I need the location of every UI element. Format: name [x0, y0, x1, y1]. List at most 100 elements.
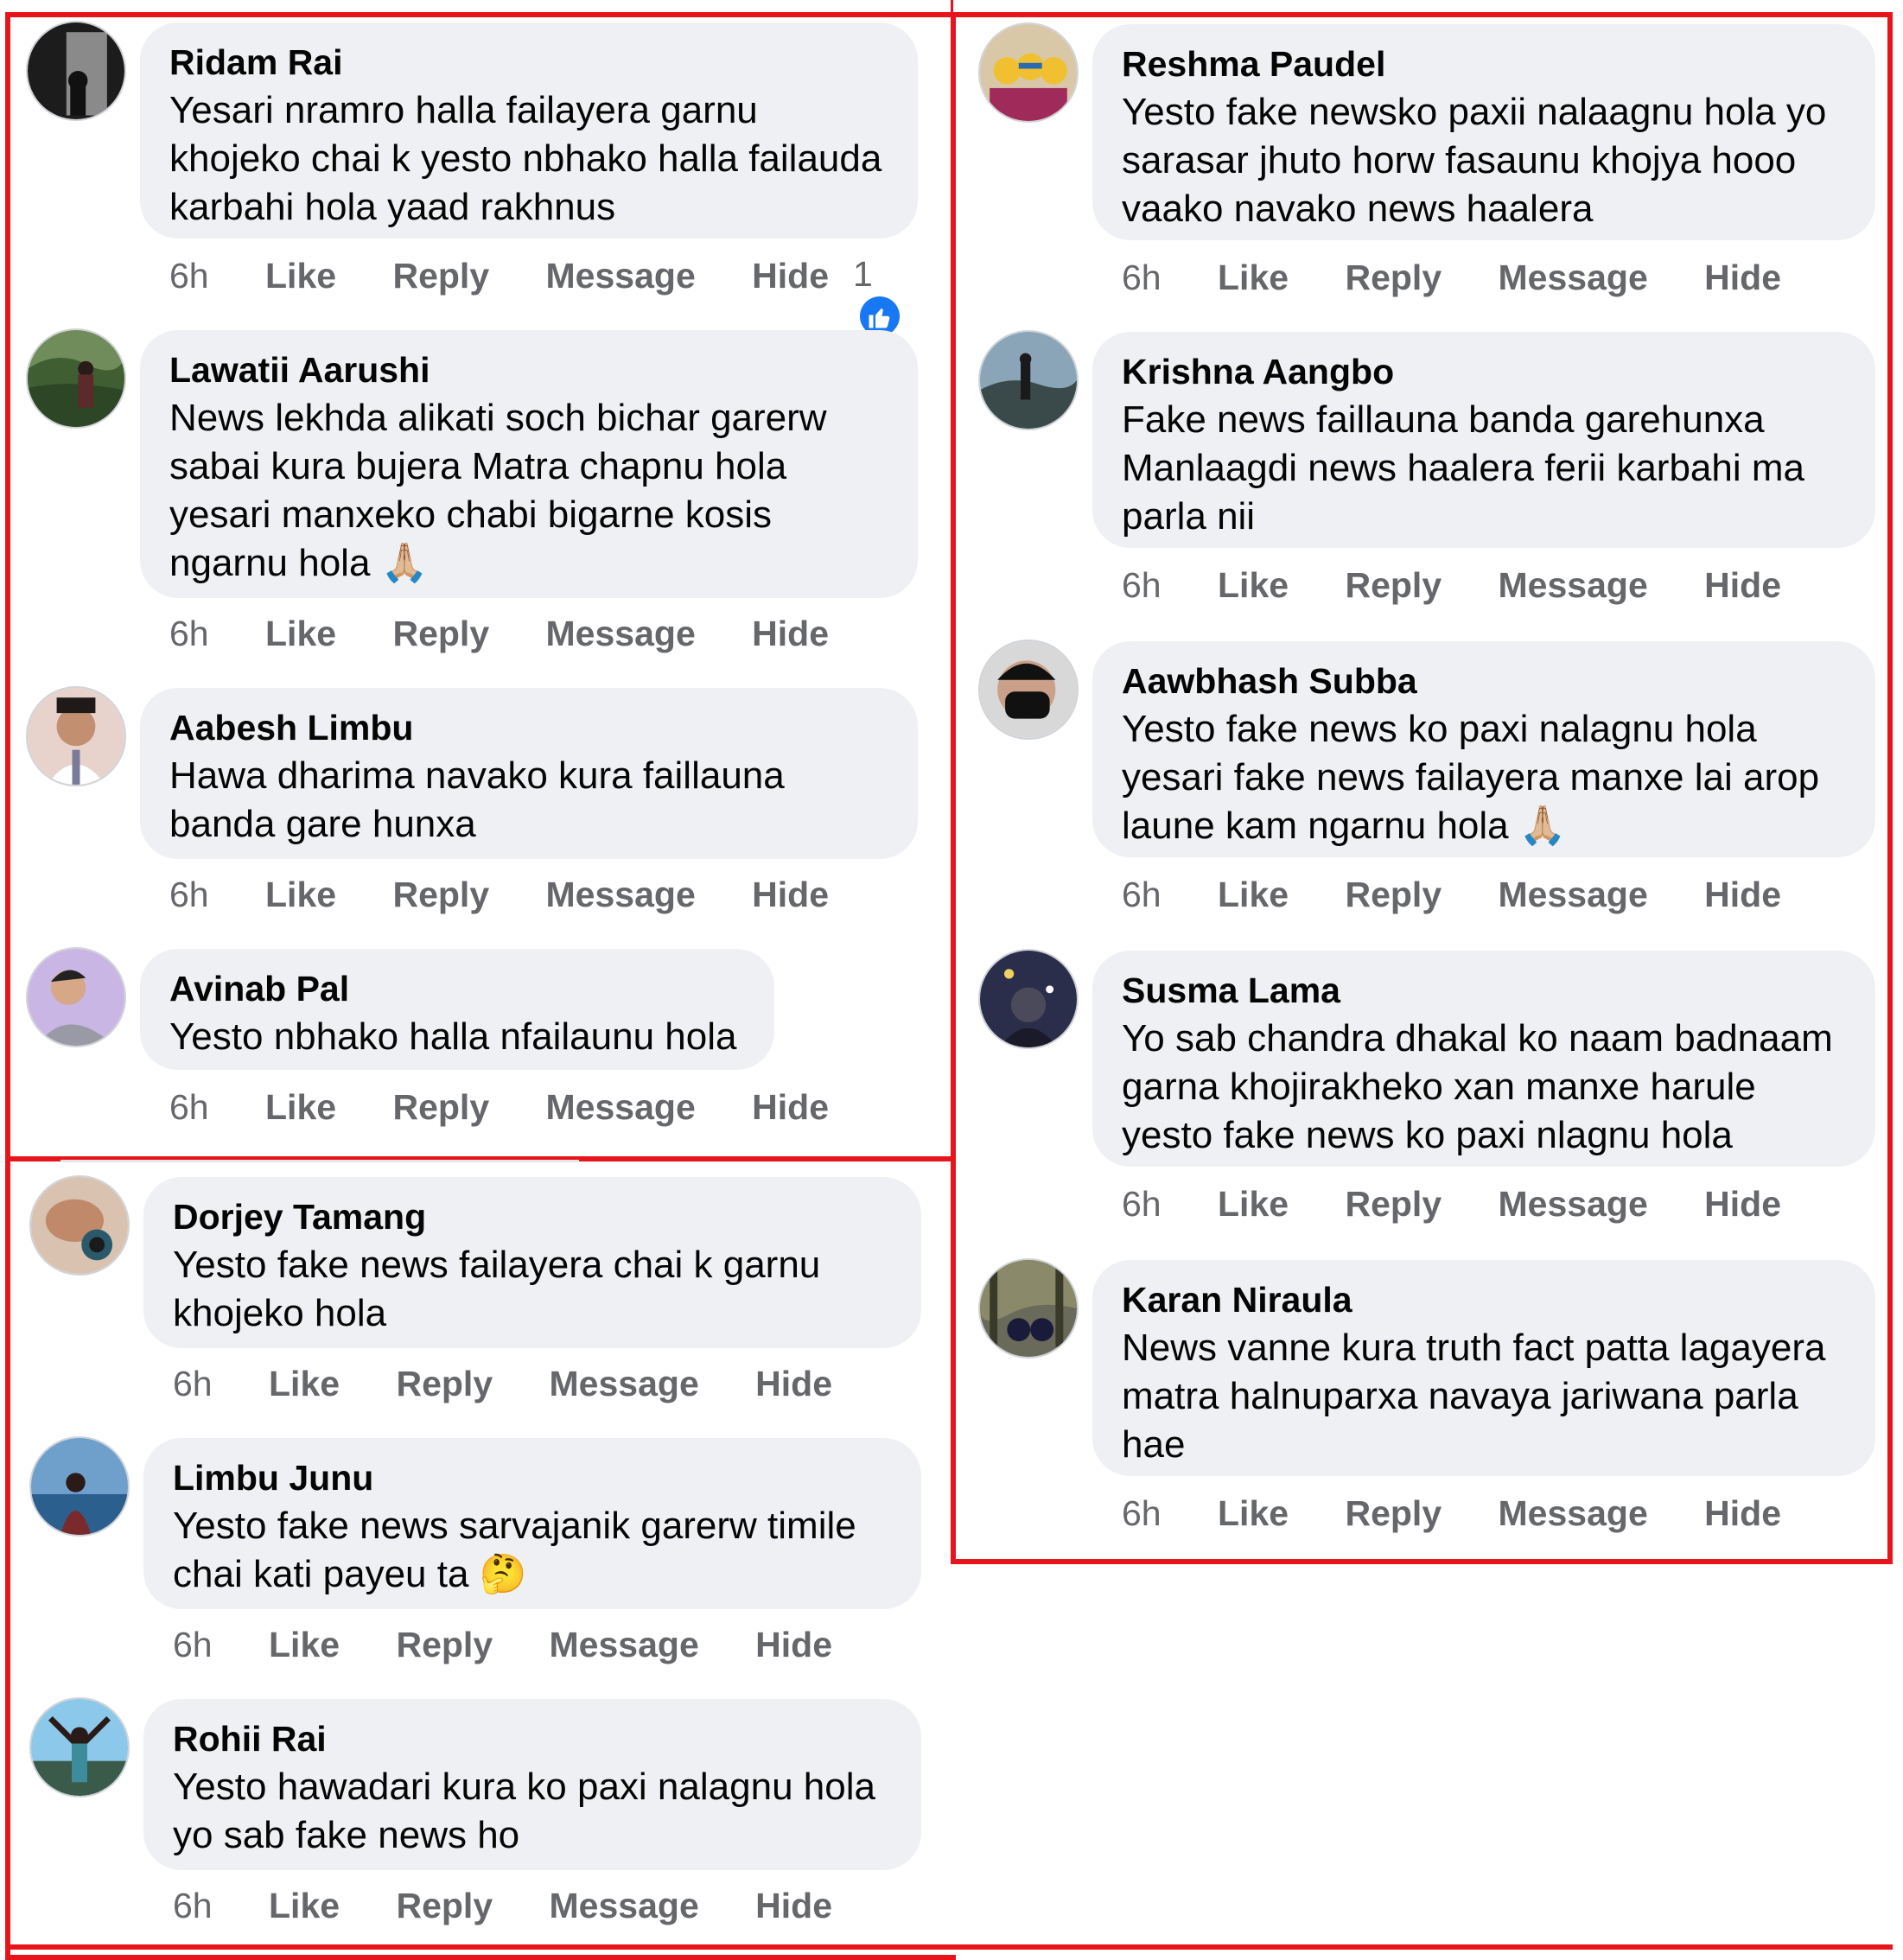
timestamp[interactable]: 6h: [1122, 256, 1162, 299]
author-name[interactable]: Reshma Paudel: [1122, 40, 1846, 88]
hide-button[interactable]: Hide: [752, 873, 829, 916]
author-name[interactable]: Dorjey Tamang: [173, 1193, 892, 1241]
comment-actions: 6h Like Reply Message Hide: [169, 1085, 875, 1129]
message-button[interactable]: Message: [546, 254, 696, 297]
reply-button[interactable]: Reply: [1345, 256, 1442, 299]
like-button[interactable]: Like: [269, 1362, 340, 1405]
timestamp[interactable]: 6h: [1122, 1492, 1162, 1535]
avatar[interactable]: [980, 641, 1077, 738]
comment-bubble: Lawatii Aarushi News lekhda alikati soch…: [140, 330, 918, 598]
timestamp[interactable]: 6h: [173, 1623, 213, 1666]
timestamp[interactable]: 6h: [1122, 1182, 1162, 1225]
hide-button[interactable]: Hide: [752, 612, 829, 655]
hide-button[interactable]: Hide: [752, 1085, 829, 1129]
reply-button[interactable]: Reply: [1345, 563, 1442, 607]
reply-button[interactable]: Reply: [396, 1623, 493, 1666]
reply-button[interactable]: Reply: [392, 254, 489, 297]
message-button[interactable]: Message: [546, 1085, 696, 1129]
comment-bubble: Susma Lama Yo sab chandra dhakal ko naam…: [1092, 951, 1875, 1167]
message-button[interactable]: Message: [546, 873, 696, 916]
comment-actions: 6h Like Reply Message Hide: [1122, 873, 1828, 916]
like-button[interactable]: Like: [269, 1884, 340, 1927]
hide-button[interactable]: Hide: [1704, 1182, 1781, 1225]
author-name[interactable]: Aabesh Limbu: [169, 703, 888, 752]
like-button[interactable]: Like: [265, 254, 336, 297]
comment-text: Fake news faillauna banda garehunxa Manl…: [1122, 398, 1804, 538]
comment-actions: 6h Like Reply Message Hide: [173, 1362, 879, 1405]
comment-bubble: Aawbhash Subba Yesto fake news ko paxi n…: [1092, 641, 1875, 857]
comment-actions: 6h Like Reply Message Hide: [173, 1623, 879, 1666]
hide-button[interactable]: Hide: [755, 1884, 832, 1927]
author-name[interactable]: Limbu Junu: [173, 1454, 892, 1502]
hide-button[interactable]: Hide: [752, 254, 829, 297]
comment-text: Yesto fake news sarvajanik garerw timile…: [173, 1505, 856, 1595]
author-name[interactable]: Karan Niraula: [1122, 1276, 1846, 1324]
message-button[interactable]: Message: [1499, 563, 1648, 607]
timestamp[interactable]: 6h: [169, 612, 209, 655]
like-button[interactable]: Like: [1218, 1182, 1289, 1225]
like-button[interactable]: Like: [1218, 1492, 1289, 1535]
avatar[interactable]: [31, 1177, 128, 1274]
author-name[interactable]: Aawbhash Subba: [1122, 657, 1846, 705]
timestamp[interactable]: 6h: [169, 254, 209, 297]
comment-actions: 6h Like Reply Message Hide: [1122, 1492, 1828, 1535]
reply-button[interactable]: Reply: [1345, 1492, 1442, 1535]
author-name[interactable]: Lawatii Aarushi: [169, 346, 888, 394]
hide-button[interactable]: Hide: [755, 1623, 832, 1666]
message-button[interactable]: Message: [1499, 873, 1648, 916]
reply-button[interactable]: Reply: [392, 1085, 489, 1129]
avatar[interactable]: [980, 24, 1077, 121]
like-button[interactable]: Like: [1218, 873, 1289, 916]
avatar[interactable]: [31, 1438, 128, 1535]
author-name[interactable]: Krishna Aangbo: [1122, 347, 1846, 396]
hide-button[interactable]: Hide: [1704, 873, 1781, 916]
like-button[interactable]: Like: [265, 873, 336, 916]
like-button[interactable]: Like: [265, 1085, 336, 1129]
hide-button[interactable]: Hide: [1704, 1492, 1781, 1535]
reply-button[interactable]: Reply: [392, 873, 489, 916]
message-button[interactable]: Message: [550, 1884, 699, 1927]
avatar[interactable]: [980, 951, 1077, 1047]
author-name[interactable]: Ridam Rai: [169, 38, 888, 86]
message-button[interactable]: Message: [1499, 1182, 1648, 1225]
avatar[interactable]: [980, 332, 1077, 429]
avatar[interactable]: [28, 330, 124, 427]
timestamp[interactable]: 6h: [169, 1085, 209, 1129]
hide-button[interactable]: Hide: [1704, 256, 1781, 299]
timestamp[interactable]: 6h: [173, 1884, 213, 1927]
hide-button[interactable]: Hide: [1704, 563, 1781, 607]
message-button[interactable]: Message: [1499, 1492, 1648, 1535]
reply-button[interactable]: Reply: [392, 612, 489, 655]
message-button[interactable]: Message: [550, 1623, 699, 1666]
author-name[interactable]: Rohii Rai: [173, 1715, 892, 1763]
author-name[interactable]: Susma Lama: [1122, 966, 1846, 1015]
comment-actions: 6h Like Reply Message Hide: [173, 1884, 879, 1927]
avatar[interactable]: [28, 22, 124, 119]
avatar[interactable]: [28, 949, 124, 1046]
message-button[interactable]: Message: [550, 1362, 699, 1405]
message-button[interactable]: Message: [546, 612, 696, 655]
reply-button[interactable]: Reply: [1345, 873, 1442, 916]
comment-bubble: Rohii Rai Yesto hawadari kura ko paxi na…: [143, 1699, 921, 1870]
reply-button[interactable]: Reply: [396, 1884, 493, 1927]
avatar[interactable]: [28, 688, 124, 785]
like-button[interactable]: Like: [265, 612, 336, 655]
timestamp[interactable]: 6h: [1122, 563, 1162, 607]
timestamp[interactable]: 6h: [169, 873, 209, 916]
reply-button[interactable]: Reply: [396, 1362, 493, 1405]
comment-text: Yesto fake newsko paxii nalaagnu hola yo…: [1122, 91, 1827, 230]
reaction-count[interactable]: 1: [853, 252, 900, 340]
avatar[interactable]: [31, 1699, 128, 1796]
like-button[interactable]: Like: [1218, 256, 1289, 299]
comment-bubble: Aabesh Limbu Hawa dharima navako kura fa…: [140, 688, 918, 859]
like-button[interactable]: Like: [269, 1623, 340, 1666]
hide-button[interactable]: Hide: [755, 1362, 832, 1405]
timestamp[interactable]: 6h: [173, 1362, 213, 1405]
red-frame-right-inner-bottom: [951, 1559, 1893, 1562]
timestamp[interactable]: 6h: [1122, 873, 1162, 916]
reply-button[interactable]: Reply: [1345, 1182, 1442, 1225]
avatar[interactable]: [980, 1260, 1077, 1357]
author-name[interactable]: Avinab Pal: [169, 964, 745, 1013]
message-button[interactable]: Message: [1499, 256, 1648, 299]
like-button[interactable]: Like: [1218, 563, 1289, 607]
